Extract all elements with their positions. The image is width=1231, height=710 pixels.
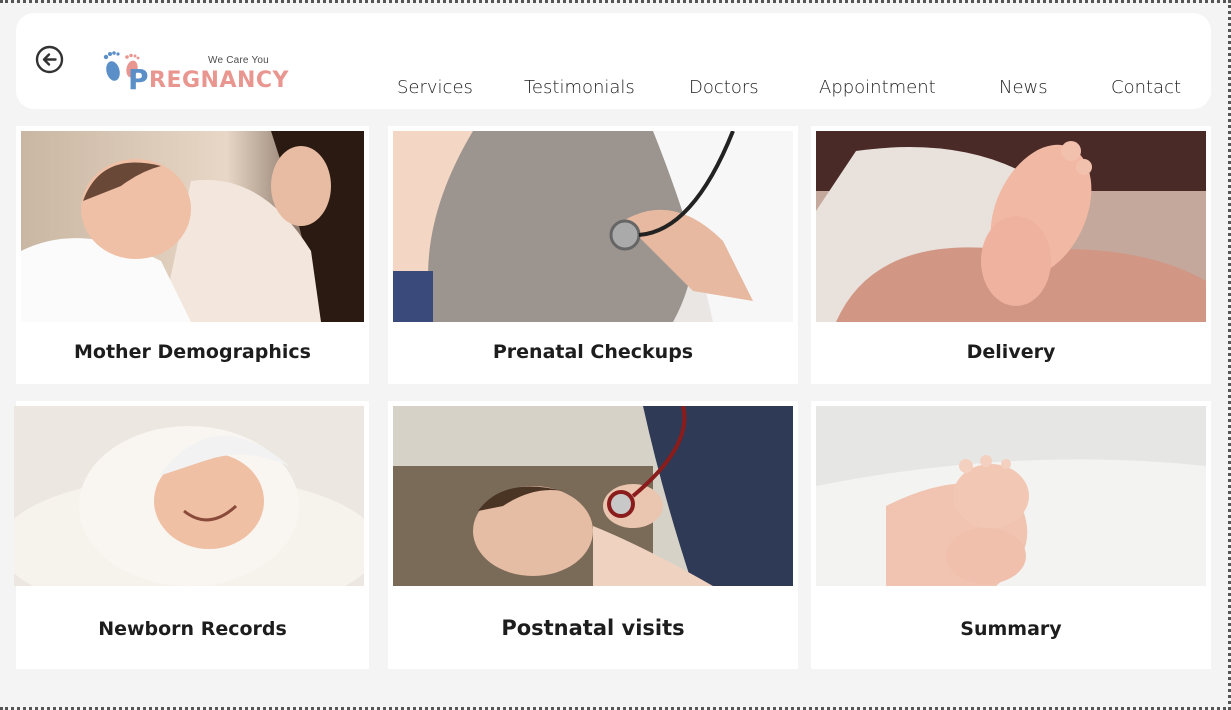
card-newborn-records[interactable]: Newborn Records: [14, 401, 369, 669]
card-title: Newborn Records: [98, 618, 287, 640]
back-button[interactable]: [35, 45, 64, 74]
card-title: Delivery: [966, 341, 1056, 363]
doctor-examining-baby-photo: [393, 406, 793, 586]
card-prenatal-checkups[interactable]: Prenatal Checkups: [388, 126, 798, 384]
baby-feet-on-white-blanket-photo: [816, 406, 1206, 586]
header-bar: We Care You PREGNANCY Services Testimoni…: [16, 13, 1211, 109]
nav-link-testimonials[interactable]: Testimonials: [524, 77, 635, 98]
main-nav: Services Testimonials Doctors Appointmen…: [16, 77, 1211, 101]
card-mother-demographics[interactable]: Mother Demographics: [16, 126, 369, 384]
card-postnatal-visits[interactable]: Postnatal visits: [388, 401, 798, 669]
mother-holding-newborn-photo: [21, 131, 364, 322]
card-title: Mother Demographics: [74, 341, 311, 363]
nav-link-services[interactable]: Services: [397, 77, 473, 98]
card-summary[interactable]: Summary: [811, 401, 1211, 669]
nav-link-news[interactable]: News: [999, 77, 1048, 98]
card-title: Summary: [960, 618, 1062, 640]
stethoscope-on-pregnant-belly-photo: [393, 131, 793, 322]
smiling-baby-in-white-hat-photo: [14, 406, 364, 586]
nav-link-contact[interactable]: Contact: [1111, 77, 1181, 98]
card-delivery[interactable]: Delivery: [811, 126, 1211, 384]
nav-link-appointment[interactable]: Appointment: [819, 77, 936, 98]
card-title: Prenatal Checkups: [492, 341, 694, 363]
nav-link-doctors[interactable]: Doctors: [689, 77, 759, 98]
card-title: Postnatal visits: [501, 616, 685, 640]
newborn-feet-in-hands-photo: [816, 131, 1206, 322]
circle-arrow-left-icon: [35, 45, 64, 74]
